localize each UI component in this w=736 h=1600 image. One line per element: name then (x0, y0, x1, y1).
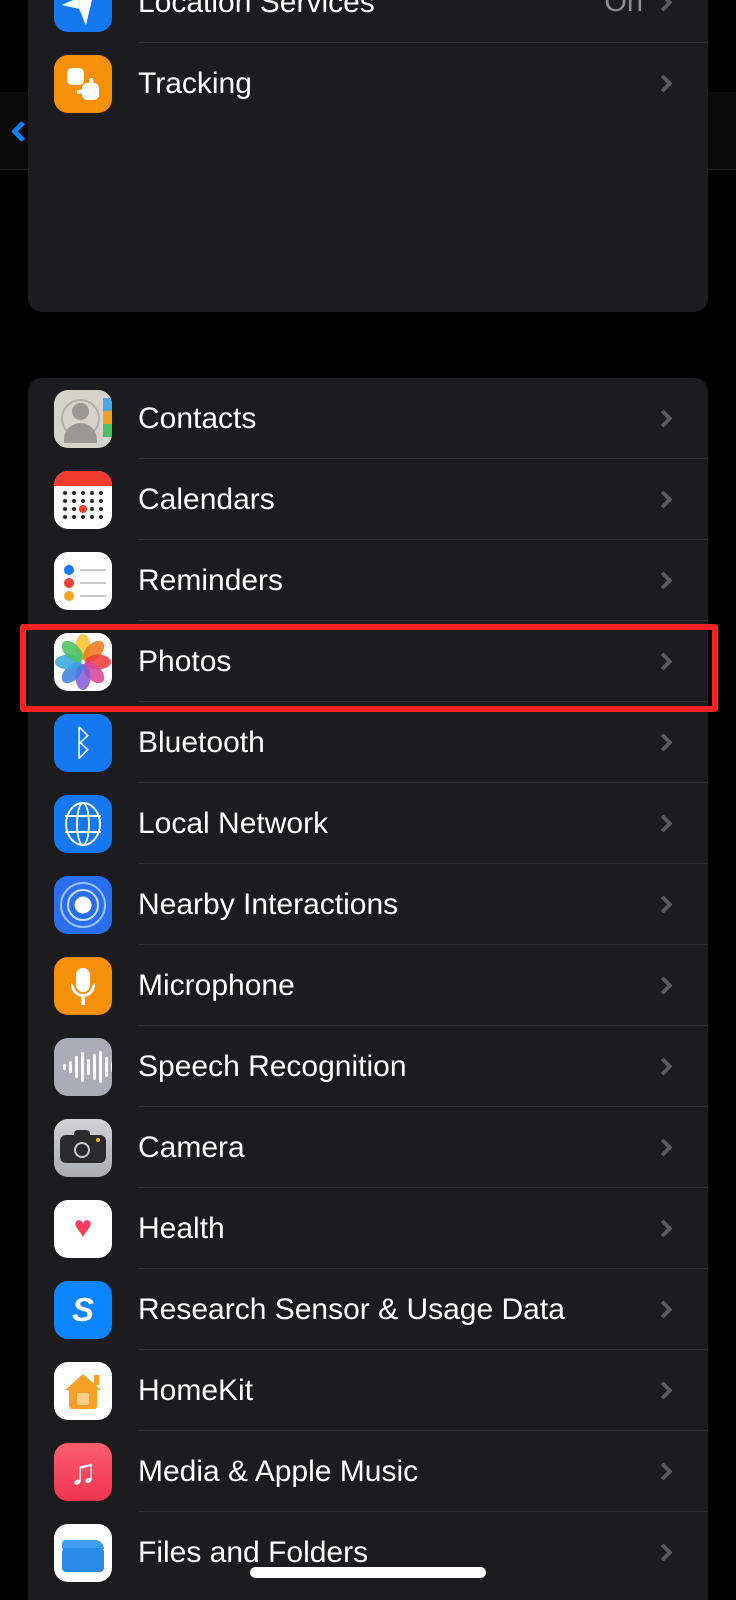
row-label: Files and Folders (138, 1535, 369, 1569)
row-label: Bluetooth (138, 725, 265, 759)
row-speech-recognition[interactable]: Speech Recognition (28, 1026, 708, 1107)
camera-icon (54, 1118, 112, 1177)
row-photos[interactable]: Photos (28, 621, 708, 702)
icon-container (28, 54, 138, 113)
row-label: Reminders (138, 563, 284, 597)
row-label: HomeKit (138, 1373, 254, 1407)
row-health[interactable]: ♥ Health (28, 1188, 708, 1269)
row-files-and-folders[interactable]: Files and Folders (28, 1512, 708, 1593)
chevron-right-icon (654, 814, 673, 833)
media-apple-music-icon: ♫ (54, 1442, 112, 1501)
settings-privacy-security-screen: 7:14 ⚡ Settings Privacy & Security Locat… (0, 0, 736, 1600)
row-label: Local Network (138, 806, 329, 840)
row-label: Location Services (138, 0, 375, 19)
chevron-right-icon (654, 1219, 673, 1238)
contacts-icon (54, 389, 112, 448)
row-label: Media & Apple Music (138, 1454, 419, 1488)
row-camera[interactable]: Camera (28, 1107, 708, 1188)
calendars-icon (54, 470, 112, 529)
chevron-right-icon (654, 0, 673, 12)
row-tracking[interactable]: Tracking (28, 43, 708, 124)
row-research-sensor-usage-data[interactable]: S Research Sensor & Usage Data (28, 1269, 708, 1350)
row-nearby-interactions[interactable]: Nearby Interactions (28, 864, 708, 945)
photos-icon (54, 632, 112, 691)
speech-recognition-icon (54, 1037, 112, 1096)
location-services-icon (54, 0, 112, 32)
reminders-icon (54, 551, 112, 610)
chevron-right-icon (654, 1543, 673, 1562)
row-label: Microphone (138, 968, 295, 1002)
row-label: Tracking (138, 66, 252, 100)
settings-group-app-permissions: Contacts Calendars Reminders Photos ᛒ Bl… (28, 378, 708, 1600)
homekit-icon (54, 1361, 112, 1420)
health-icon: ♥ (54, 1199, 112, 1258)
chevron-right-icon (654, 1300, 673, 1319)
row-local-network[interactable]: Local Network (28, 783, 708, 864)
row-microphone[interactable]: Microphone (28, 945, 708, 1026)
chevron-right-icon (654, 1381, 673, 1400)
chevron-right-icon (654, 1138, 673, 1157)
row-calendars[interactable]: Calendars (28, 459, 708, 540)
chevron-right-icon (654, 976, 673, 995)
row-label: Research Sensor & Usage Data (138, 1292, 565, 1326)
microphone-icon (54, 956, 112, 1015)
row-value: On (604, 0, 643, 18)
chevron-right-icon (654, 1462, 673, 1481)
row-homekit[interactable]: HomeKit (28, 1350, 708, 1431)
row-label: Nearby Interactions (138, 887, 399, 921)
row-label: Calendars (138, 482, 275, 516)
nearby-interactions-icon (54, 875, 112, 934)
chevron-right-icon (654, 652, 673, 671)
chevron-right-icon (654, 74, 673, 93)
row-label: Health (138, 1211, 225, 1245)
tracking-icon (54, 54, 112, 113)
files-and-folders-icon (54, 1523, 112, 1582)
research-sensor-icon: S (54, 1280, 112, 1339)
chevron-right-icon (654, 409, 673, 428)
chevron-right-icon (654, 571, 673, 590)
row-reminders[interactable]: Reminders (28, 540, 708, 621)
icon-container (28, 0, 138, 32)
row-label: Photos (138, 644, 232, 678)
row-contacts[interactable]: Contacts (28, 378, 708, 459)
chevron-right-icon (654, 1057, 673, 1076)
bluetooth-icon: ᛒ (54, 713, 112, 772)
row-location-services[interactable]: Location Services On (28, 0, 708, 43)
row-media-apple-music[interactable]: ♫ Media & Apple Music (28, 1431, 708, 1512)
settings-group-system: Location Services On Tracking (28, 0, 708, 312)
chevron-right-icon (654, 895, 673, 914)
row-label: Speech Recognition (138, 1049, 407, 1083)
row-label: Contacts (138, 401, 257, 435)
row-label: Camera (138, 1130, 245, 1164)
chevron-right-icon (654, 733, 673, 752)
row-bluetooth[interactable]: ᛒ Bluetooth (28, 702, 708, 783)
home-indicator[interactable] (250, 1567, 486, 1578)
chevron-right-icon (654, 490, 673, 509)
local-network-icon (54, 794, 112, 853)
